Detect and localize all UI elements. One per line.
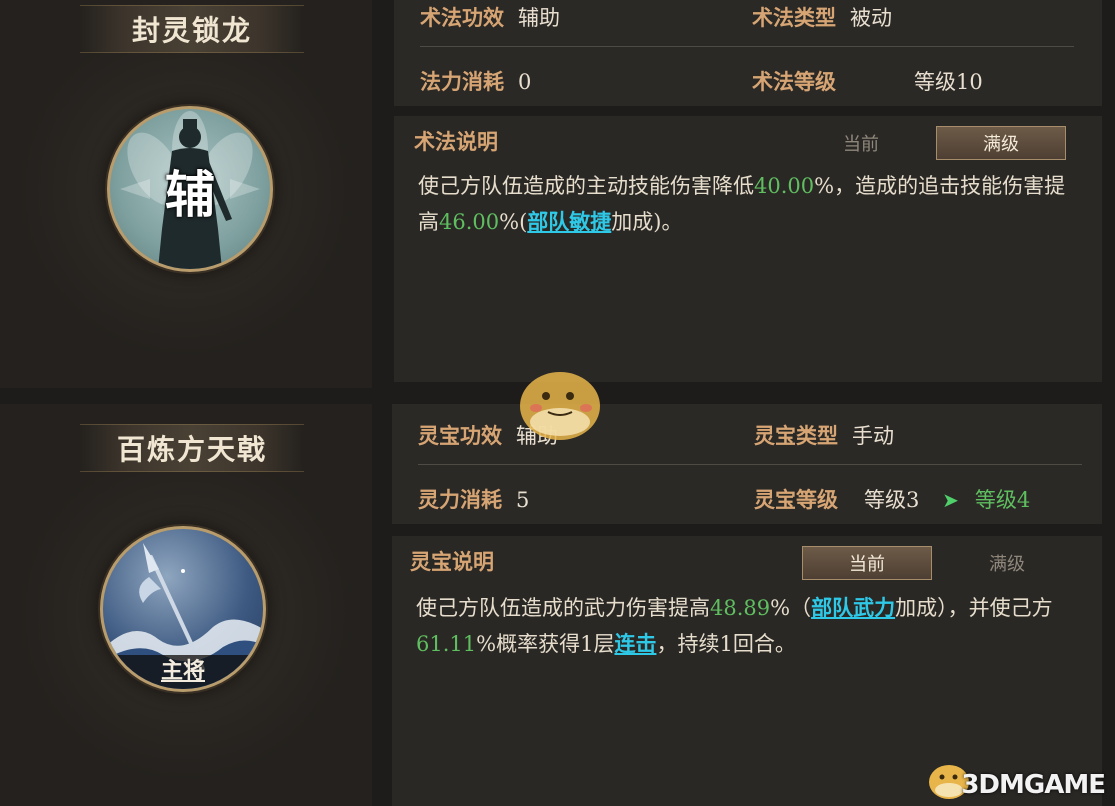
skill-stats-divider (420, 46, 1074, 47)
skill-level-value: 等级10 (914, 70, 983, 94)
treasure-desc-box: 灵宝说明 当前 满级 使己方队伍造成的武力伤害提高48.89%（部队武力加成），… (392, 536, 1102, 806)
desc-value: 48.89 (710, 596, 771, 620)
skill-type-value: 被动 (850, 6, 892, 30)
skill-cost-label: 法力消耗 (420, 69, 504, 94)
skill-stats: 术法功效 辅助 术法类型 被动 法力消耗 0 术法等级 等级10 (394, 0, 1102, 106)
treasure-tab-current[interactable]: 当前 (802, 546, 932, 580)
skill-tab-current[interactable]: 当前 (796, 126, 926, 160)
keyword-link-force[interactable]: 部队武力 (811, 595, 895, 620)
treasure-cost-label: 灵力消耗 (418, 487, 502, 512)
treasure-cost-value: 5 (516, 488, 530, 512)
treasure-icon-panel: 百炼方天戟 主将 (0, 404, 372, 806)
desc-value: 40.00 (754, 174, 815, 198)
skill-tab-max[interactable]: 满级 (936, 126, 1066, 160)
treasure-stats: 灵宝功效 辅助 灵宝类型 手动 灵力消耗 5 灵宝等级 等级3 ➤ 等级4 (392, 404, 1102, 524)
treasure-level: 灵宝等级 等级3 ➤ 等级4 (754, 484, 1030, 514)
desc-text: %概率获得1层 (476, 632, 615, 656)
desc-text: 使己方队伍造成的武力伤害提高 (416, 596, 710, 620)
treasure-avatar[interactable]: 主将 (100, 526, 266, 692)
desc-text: %（ (770, 596, 812, 620)
desc-value: 46.00 (439, 210, 500, 234)
skill-effect-value: 辅助 (518, 6, 560, 30)
skill-icon-panel: 封灵锁龙 辅 (0, 0, 372, 388)
treasure-stats-divider (418, 464, 1082, 465)
skill-cost-value: 0 (518, 70, 532, 94)
skill-effect: 术法功效 辅助 (420, 2, 560, 32)
skill-desc-title: 术法说明 (414, 129, 498, 154)
skill-type: 术法类型 被动 (752, 2, 892, 32)
treasure-effect-label: 灵宝功效 (418, 423, 502, 448)
role-tag: 主将 (117, 655, 249, 689)
skill-name: 封灵锁龙 (80, 5, 304, 53)
treasure-desc-title: 灵宝说明 (410, 549, 494, 574)
skill-cost: 法力消耗 0 (420, 66, 531, 96)
desc-text: ，持续1回合。 (656, 632, 796, 656)
treasure-tab-max[interactable]: 满级 (942, 546, 1072, 580)
treasure-level-next: 等级4 (974, 488, 1031, 512)
desc-text: 加成），并使己方 (895, 596, 1053, 620)
desc-text: %，造成的追击技能伤害提 (814, 174, 1066, 198)
skill-avatar[interactable]: 辅 (107, 106, 273, 272)
treasure-desc-text: 使己方队伍造成的武力伤害提高48.89%（部队武力加成），并使己方 61.11%… (416, 590, 1096, 662)
skill-effect-label: 术法功效 (420, 5, 504, 30)
desc-value: 61.11 (416, 632, 477, 656)
skill-level-label: 术法等级 (752, 69, 836, 94)
treasure-type-value: 手动 (852, 424, 894, 448)
desc-text: 加成)。 (611, 210, 683, 234)
skill-level: 术法等级 等级10 (752, 66, 983, 96)
mascot-watermark-icon (520, 372, 600, 440)
skill-desc-text: 使己方队伍造成的主动技能伤害降低40.00%，造成的追击技能伤害提 高46.00… (418, 168, 1088, 240)
treasure-level-label: 灵宝等级 (754, 487, 838, 512)
skill-desc-box: 术法说明 当前 满级 使己方队伍造成的主动技能伤害降低40.00%，造成的追击技… (394, 116, 1102, 382)
keyword-link-combo[interactable]: 连击 (614, 631, 656, 656)
treasure-level-current: 等级3 (864, 488, 920, 512)
treasure-name: 百炼方天戟 (80, 424, 304, 472)
treasure-type-label: 灵宝类型 (754, 423, 838, 448)
desc-text: %( (499, 210, 528, 234)
watermark-text: 3DMGAME (961, 770, 1106, 800)
treasure-cost: 灵力消耗 5 (418, 484, 529, 514)
desc-text: 高 (418, 210, 439, 234)
skill-badge: 辅 (165, 165, 215, 224)
desc-text: 使己方队伍造成的主动技能伤害降低 (418, 174, 754, 198)
treasure-type: 灵宝类型 手动 (754, 420, 894, 450)
skill-type-label: 术法类型 (752, 5, 836, 30)
keyword-link-agility[interactable]: 部队敏捷 (527, 209, 611, 234)
level-up-arrow-icon: ➤ (942, 488, 959, 512)
